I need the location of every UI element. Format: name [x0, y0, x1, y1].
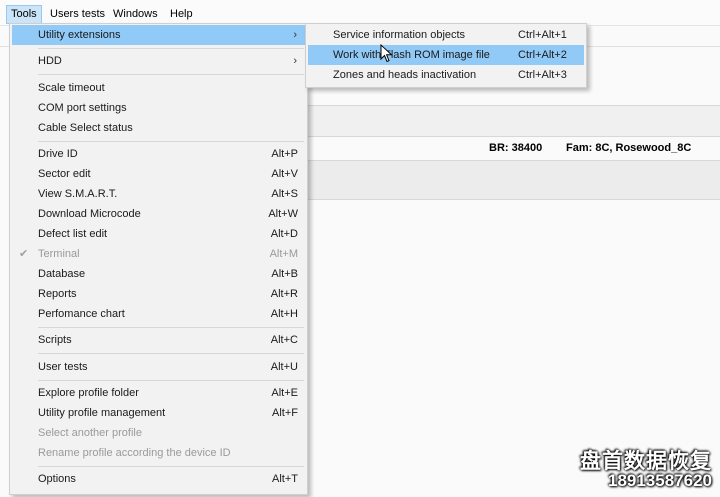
menu-item-perfomance-chart[interactable]: Perfomance chart Alt+H	[12, 304, 305, 324]
menu-help[interactable]: Help	[166, 6, 197, 23]
menu-item-label: Reports	[38, 288, 77, 300]
menu-item-rename-profile[interactable]: Rename profile according the device ID	[12, 443, 305, 463]
menu-item-shortcut: Alt+E	[271, 387, 298, 399]
menu-separator	[38, 466, 304, 467]
baud-rate-label: BR: 38400	[489, 142, 543, 154]
menu-item-label: Utility extensions	[38, 29, 121, 41]
submenu-item-work-with-flash-rom[interactable]: Work with Flash ROM image file Ctrl+Alt+…	[308, 45, 584, 65]
menu-item-sector-edit[interactable]: Sector edit Alt+V	[12, 164, 305, 184]
menu-separator	[38, 380, 304, 381]
menu-item-label: HDD	[38, 55, 62, 67]
submenu-item-service-information-objects[interactable]: Service information objects Ctrl+Alt+1	[308, 25, 584, 45]
menu-item-shortcut: Alt+F	[272, 407, 298, 419]
menu-item-shortcut: Ctrl+Alt+2	[518, 49, 567, 61]
menu-item-user-tests[interactable]: User tests Alt+U	[12, 357, 305, 377]
menu-item-shortcut: Alt+U	[270, 361, 298, 373]
menu-item-drive-id[interactable]: Drive ID Alt+P	[12, 144, 305, 164]
menu-tools[interactable]: Tools	[6, 5, 42, 24]
menu-windows[interactable]: Windows	[109, 6, 162, 23]
menu-item-shortcut: Alt+T	[272, 473, 298, 485]
menu-item-label: User tests	[38, 361, 88, 373]
menu-item-label: COM port settings	[38, 102, 127, 114]
mouse-pointer-icon	[380, 44, 393, 63]
menu-item-explore-profile-folder[interactable]: Explore profile folder Alt+E	[12, 383, 305, 403]
watermark-phone: 18913587620	[607, 471, 712, 490]
utility-extensions-submenu: Service information objects Ctrl+Alt+1 W…	[305, 23, 587, 88]
menu-item-shortcut: Alt+V	[271, 168, 298, 180]
menu-separator	[38, 353, 304, 354]
background-panel	[305, 160, 720, 200]
menu-item-label: Work with Flash ROM image file	[333, 49, 490, 61]
menu-item-utility-extensions[interactable]: Utility extensions ›	[12, 25, 305, 45]
menu-item-download-microcode[interactable]: Download Microcode Alt+W	[12, 204, 305, 224]
menu-item-label: Terminal	[38, 248, 80, 260]
menu-separator	[38, 74, 304, 75]
menu-item-shortcut: Alt+M	[269, 248, 298, 260]
menu-item-label: Defect list edit	[38, 228, 108, 240]
menu-item-database[interactable]: Database Alt+B	[12, 264, 305, 284]
menu-item-select-another-profile[interactable]: Select another profile	[12, 423, 305, 443]
app-window: Tools Users tests Windows Help BR: 38400…	[0, 0, 720, 497]
menu-item-shortcut: Ctrl+Alt+1	[518, 29, 567, 41]
menu-item-defect-list-edit[interactable]: Defect list edit Alt+D	[12, 224, 305, 244]
check-icon: ✔	[19, 248, 29, 260]
menu-item-shortcut: Alt+R	[270, 288, 298, 300]
menu-item-reports[interactable]: Reports Alt+R	[12, 284, 305, 304]
menu-item-label: Rename profile according the device ID	[38, 447, 231, 459]
menu-item-shortcut: Alt+P	[271, 148, 298, 160]
menu-users-tests[interactable]: Users tests	[46, 6, 109, 23]
menu-item-scripts[interactable]: Scripts Alt+C	[12, 330, 305, 350]
family-label: Fam: 8C, Rosewood_8C	[566, 142, 692, 154]
menu-item-com-port-settings[interactable]: COM port settings	[12, 98, 305, 118]
menu-item-shortcut: Alt+B	[271, 268, 298, 280]
tools-dropdown-menu: Utility extensions › HDD › Scale timeout…	[9, 23, 308, 495]
menu-item-label: Explore profile folder	[38, 387, 139, 399]
menu-separator	[38, 141, 304, 142]
chevron-right-icon: ›	[293, 55, 297, 67]
menu-item-label: Download Microcode	[38, 208, 141, 220]
menu-item-shortcut: Alt+C	[270, 334, 298, 346]
menu-item-label: Drive ID	[38, 148, 78, 160]
submenu-item-zones-heads-inactivation[interactable]: Zones and heads inactivation Ctrl+Alt+3	[308, 65, 584, 85]
menu-separator	[38, 327, 304, 328]
menu-item-label: Sector edit	[38, 168, 91, 180]
menu-item-shortcut: Alt+S	[271, 188, 298, 200]
menu-separator	[38, 48, 304, 49]
menu-item-shortcut: Alt+H	[270, 308, 298, 320]
menu-item-label: Select another profile	[38, 427, 142, 439]
menu-item-label: Zones and heads inactivation	[333, 69, 477, 81]
menu-item-scale-timeout[interactable]: Scale timeout	[12, 78, 305, 98]
menu-item-shortcut: Ctrl+Alt+3	[518, 69, 567, 81]
menu-item-options[interactable]: Options Alt+T	[12, 469, 305, 489]
menu-item-utility-profile-management[interactable]: Utility profile management Alt+F	[12, 403, 305, 423]
chevron-right-icon: ›	[293, 29, 297, 41]
menu-item-label: Service information objects	[333, 29, 466, 41]
menu-item-label: Cable Select status	[38, 122, 133, 134]
menu-item-label: Utility profile management	[38, 407, 166, 419]
menu-item-label: Perfomance chart	[38, 308, 125, 320]
menu-item-hdd[interactable]: HDD ›	[12, 51, 305, 71]
menu-item-label: View S.M.A.R.T.	[38, 188, 118, 200]
menu-item-label: Options	[38, 473, 76, 485]
background-panel	[305, 105, 720, 137]
menu-item-shortcut: Alt+W	[268, 208, 298, 220]
menu-item-view-smart[interactable]: View S.M.A.R.T. Alt+S	[12, 184, 305, 204]
menu-item-shortcut: Alt+D	[270, 228, 298, 240]
menu-item-label: Database	[38, 268, 86, 280]
menu-item-cable-select-status[interactable]: Cable Select status	[12, 118, 305, 138]
menu-item-terminal[interactable]: ✔ Terminal Alt+M	[12, 244, 305, 264]
menu-item-label: Scale timeout	[38, 82, 105, 94]
menu-item-label: Scripts	[38, 334, 72, 346]
